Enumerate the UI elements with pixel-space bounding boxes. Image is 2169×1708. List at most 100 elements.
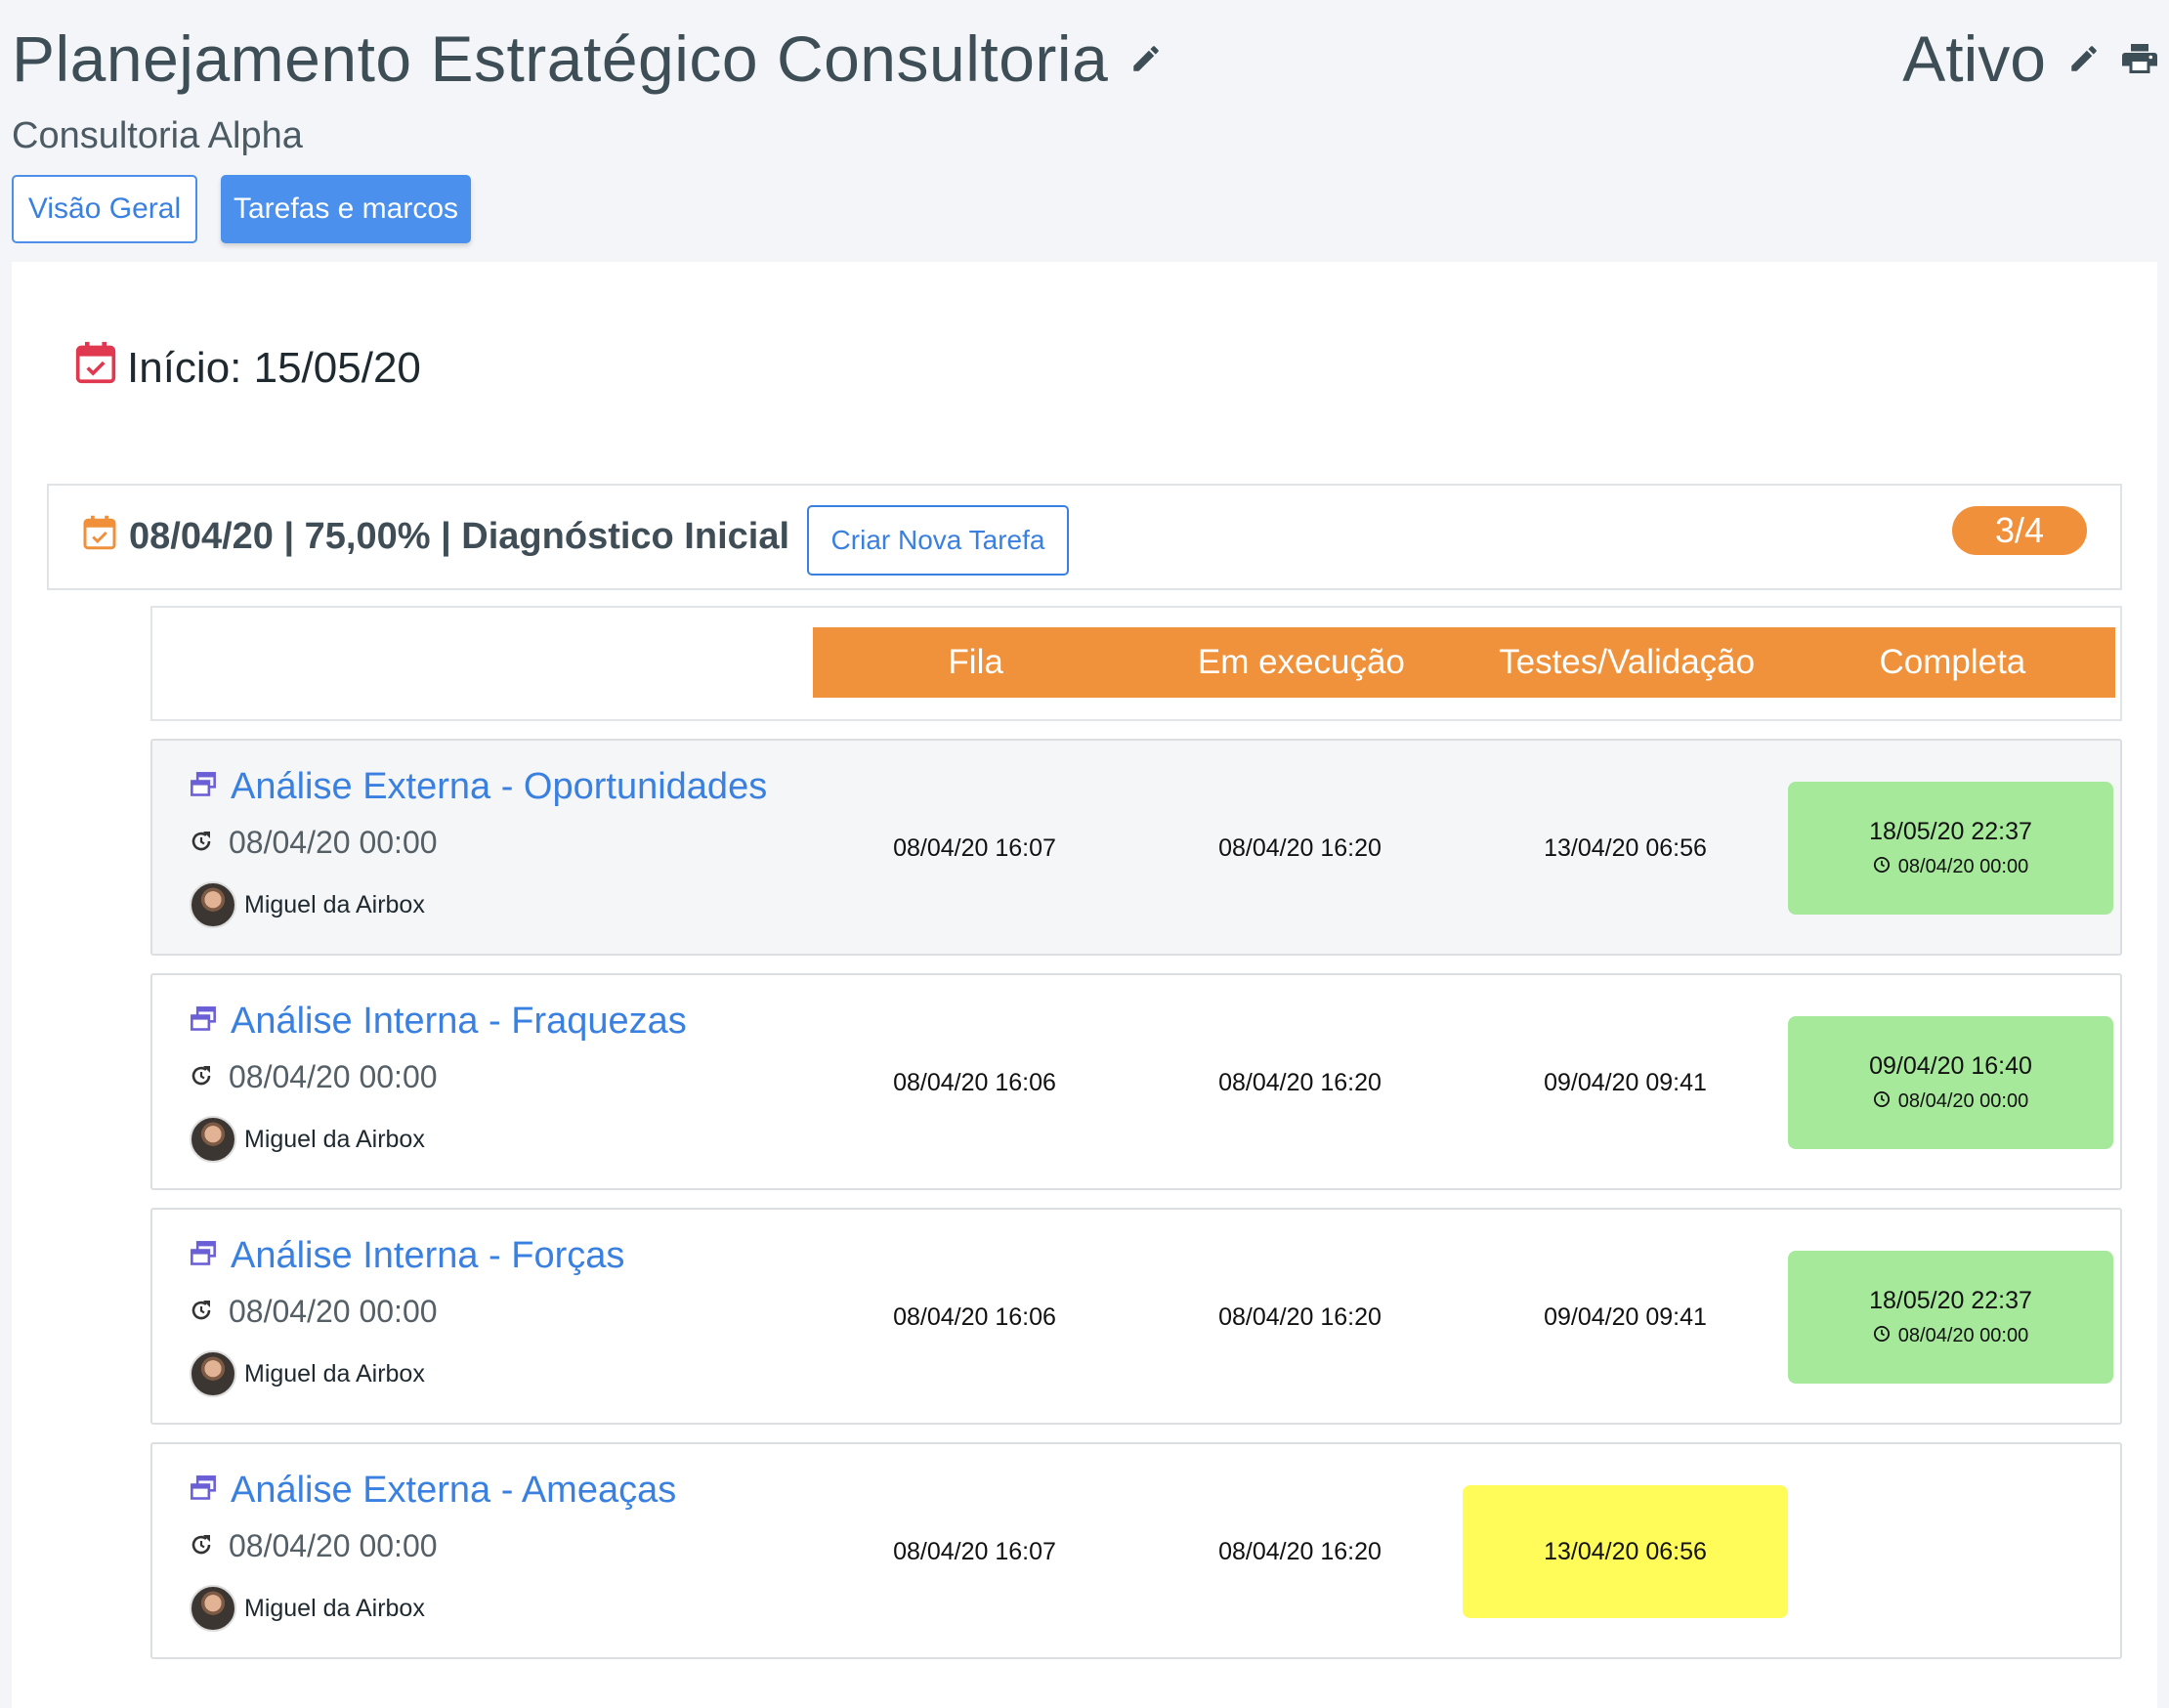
stage-time: 08/04/20 16:06	[893, 1068, 1056, 1096]
table-header: Fila Em execução Testes/Validação Comple…	[150, 606, 2122, 721]
stage-time: 13/04/20 06:56	[1544, 1537, 1707, 1565]
stage-cell-in-progress: 08/04/20 16:20	[1137, 1485, 1463, 1618]
create-task-button[interactable]: Criar Nova Tarefa	[807, 505, 1069, 576]
task-name: Análise Externa - Oportunidades	[231, 766, 768, 807]
table-row: Análise Externa - Oportunidades 08/04/20…	[150, 739, 2122, 956]
tab-tasks-milestones[interactable]: Tarefas e marcos	[221, 175, 471, 243]
refresh-clock-icon	[190, 825, 213, 861]
stage-header-queue: Fila	[948, 643, 1003, 681]
stage-time: 08/04/20 16:20	[1218, 1537, 1382, 1565]
windows-icon	[190, 1235, 217, 1277]
assignee-name: Miguel da Airbox	[244, 1125, 425, 1153]
edit-title-pencil-icon[interactable]	[1129, 42, 1163, 75]
task-link[interactable]: Análise Externa - Oportunidades	[190, 766, 767, 808]
task-table: Fila Em execução Testes/Validação Comple…	[150, 606, 2122, 1659]
project-title: Planejamento Estratégico Consultoria	[12, 22, 1109, 95]
assignee-name: Miguel da Airbox	[244, 1359, 425, 1388]
stage-time: 18/05/20 22:37	[1869, 817, 2032, 845]
clock-icon	[1873, 1325, 1891, 1348]
stage-header-bar: Fila Em execução Testes/Validação Comple…	[813, 627, 2115, 698]
stage-time: 09/04/20 09:41	[1544, 1068, 1707, 1096]
task-due-date: 08/04/20 00:00	[190, 825, 438, 861]
stage-cell-queue: 08/04/20 16:06	[812, 1251, 1137, 1384]
avatar	[190, 1350, 236, 1397]
project-header: Planejamento Estratégico Consultoria	[12, 21, 1163, 96]
stage-time: 08/04/20 16:20	[1218, 833, 1382, 862]
task-assignee: Miguel da Airbox	[190, 881, 425, 928]
stage-time: 18/05/20 22:37	[1869, 1286, 2032, 1314]
stage-time: 08/04/20 16:07	[893, 833, 1056, 862]
stage-time: 09/04/20 09:41	[1544, 1302, 1707, 1331]
milestone-summary-text: 08/04/20 | 75,00% | Diagnóstico Inicial	[129, 516, 790, 557]
status-area: Ativo	[1902, 21, 2157, 96]
task-assignee: Miguel da Airbox	[190, 1116, 425, 1163]
tab-overview[interactable]: Visão Geral	[12, 175, 197, 243]
stage-header-complete: Completa	[1879, 643, 2026, 681]
assignee-name: Miguel da Airbox	[244, 1594, 425, 1622]
task-link[interactable]: Análise Interna - Fraquezas	[190, 1001, 687, 1043]
due-date-sub: 08/04/20 00:00	[1873, 1090, 2028, 1114]
task-name: Análise Interna - Forças	[231, 1235, 625, 1276]
windows-icon	[190, 1470, 217, 1512]
refresh-clock-icon	[190, 1059, 213, 1095]
project-status: Ativo	[1902, 22, 2046, 95]
stage-cell-queue: 08/04/20 16:07	[812, 1485, 1137, 1618]
task-due-date: 08/04/20 00:00	[190, 1294, 438, 1330]
stage-cell-queue: 08/04/20 16:06	[812, 1016, 1137, 1149]
avatar	[190, 881, 236, 928]
calendar-check-icon	[82, 514, 117, 561]
clock-icon	[1873, 1090, 1891, 1114]
task-link[interactable]: Análise Externa - Ameaças	[190, 1470, 676, 1512]
task-link[interactable]: Análise Interna - Forças	[190, 1235, 624, 1277]
task-due-date: 08/04/20 00:00	[190, 1528, 438, 1564]
stage-time: 13/04/20 06:56	[1544, 833, 1707, 862]
task-date-text: 08/04/20 00:00	[229, 1528, 438, 1563]
stage-cell-testing: 09/04/20 09:41	[1463, 1251, 1788, 1384]
refresh-clock-icon	[190, 1294, 213, 1330]
stage-cell-complete: 09/04/20 16:40 08/04/20 00:00	[1788, 1016, 2113, 1149]
edit-status-pencil-icon[interactable]	[2067, 42, 2101, 75]
windows-icon	[190, 766, 217, 808]
stage-time: 08/04/20 16:20	[1218, 1068, 1382, 1096]
milestone-row: 08/04/20 | 75,00% | Diagnóstico Inicial …	[47, 484, 2122, 590]
stage-cell-in-progress: 08/04/20 16:20	[1137, 782, 1463, 915]
client-name: Consultoria Alpha	[12, 115, 303, 156]
due-date-sub: 08/04/20 00:00	[1873, 1325, 2028, 1348]
start-date: Início: 15/05/20	[74, 340, 421, 396]
task-date-text: 08/04/20 00:00	[229, 1294, 438, 1329]
clock-icon	[1873, 856, 1891, 879]
task-assignee: Miguel da Airbox	[190, 1585, 425, 1632]
stage-time: 08/04/20 16:06	[893, 1302, 1056, 1331]
task-count-badge: 3/4	[1952, 506, 2087, 555]
refresh-clock-icon	[190, 1528, 213, 1564]
stage-cell-complete: 18/05/20 22:37 08/04/20 00:00	[1788, 1251, 2113, 1384]
stage-cell-queue: 08/04/20 16:07	[812, 782, 1137, 915]
table-row: Análise Externa - Ameaças 08/04/20 00:00…	[150, 1442, 2122, 1659]
stage-cell-in-progress: 08/04/20 16:20	[1137, 1251, 1463, 1384]
printer-icon[interactable]	[2122, 42, 2157, 75]
table-row: Análise Interna - Forças 08/04/20 00:00 …	[150, 1208, 2122, 1425]
task-name: Análise Interna - Fraquezas	[231, 1001, 687, 1042]
tab-bar: Visão Geral Tarefas e marcos	[12, 175, 471, 243]
due-date-sub-text: 08/04/20 00:00	[1897, 856, 2029, 877]
stage-time: 08/04/20 16:20	[1218, 1302, 1382, 1331]
stage-time: 09/04/20 16:40	[1869, 1051, 2032, 1080]
assignee-name: Miguel da Airbox	[244, 890, 425, 918]
stage-cell-complete: 18/05/20 22:37 08/04/20 00:00	[1788, 782, 2113, 915]
due-date-sub-text: 08/04/20 00:00	[1897, 1325, 2029, 1346]
stage-header-in-progress: Em execução	[1197, 643, 1405, 681]
stage-cell-testing: 13/04/20 06:56	[1463, 782, 1788, 915]
task-date-text: 08/04/20 00:00	[229, 1059, 438, 1094]
stage-cell-testing: 09/04/20 09:41	[1463, 1016, 1788, 1149]
task-due-date: 08/04/20 00:00	[190, 1059, 438, 1095]
due-date-sub-text: 08/04/20 00:00	[1897, 1090, 2029, 1112]
task-name: Análise Externa - Ameaças	[231, 1470, 677, 1511]
stage-cell-testing: 13/04/20 06:56	[1463, 1485, 1788, 1618]
milestone-summary: 08/04/20 | 75,00% | Diagnóstico Inicial	[82, 486, 789, 588]
stage-header-testing: Testes/Validação	[1499, 643, 1756, 681]
task-date-text: 08/04/20 00:00	[229, 825, 438, 860]
task-assignee: Miguel da Airbox	[190, 1350, 425, 1397]
due-date-sub: 08/04/20 00:00	[1873, 856, 2028, 879]
start-date-label: Início: 15/05/20	[127, 343, 421, 392]
table-row: Análise Interna - Fraquezas 08/04/20 00:…	[150, 973, 2122, 1190]
